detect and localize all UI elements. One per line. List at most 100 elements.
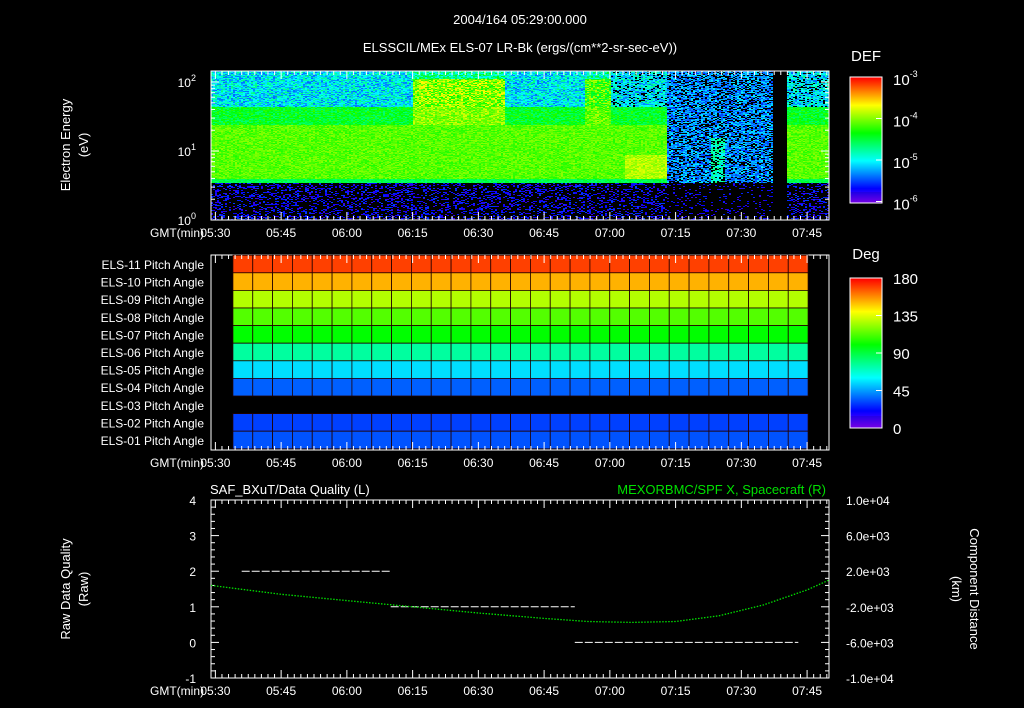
pitch-angle-cell bbox=[311, 325, 333, 344]
pitch-angle-cell bbox=[351, 377, 373, 397]
pitch-angle-cell bbox=[787, 413, 809, 432]
energy-tick-label: 102 bbox=[178, 73, 196, 90]
time-axis-label: GMT(min) bbox=[150, 684, 204, 698]
pitch-angle-cell bbox=[589, 325, 611, 344]
time-tick-label: 07:00 bbox=[595, 684, 625, 698]
pitch-angle-cell bbox=[371, 325, 392, 344]
pitch-angle-cell bbox=[787, 272, 809, 291]
time-tick-label: 06:45 bbox=[529, 226, 559, 240]
pitch-angle-cell bbox=[569, 342, 591, 362]
pitch-angle-cell bbox=[629, 342, 650, 362]
distance-tick-label: -1.0e+04 bbox=[846, 672, 894, 686]
time-tick-label: 06:45 bbox=[529, 456, 559, 470]
pitch-angle-cell bbox=[787, 430, 809, 450]
pitch-angle-cell bbox=[609, 413, 630, 432]
pitch-angle-cell bbox=[530, 254, 551, 274]
distance-ylabel-unit: (km) bbox=[949, 576, 964, 602]
pitch-angle-cell bbox=[549, 254, 571, 274]
pitch-angle-cell bbox=[232, 325, 254, 344]
pitch-angle-cell bbox=[569, 430, 591, 450]
pitch-angle-cell bbox=[748, 430, 769, 450]
pitch-angle-cell bbox=[668, 307, 690, 327]
time-axis-label: GMT(min) bbox=[150, 226, 204, 240]
pitch-angle-cell bbox=[391, 272, 412, 291]
pitch-angle-cell bbox=[649, 342, 670, 362]
deg-colorbar-label: Deg bbox=[852, 246, 880, 263]
time-tick-label: 06:00 bbox=[332, 456, 362, 470]
pitch-angle-cell bbox=[748, 342, 769, 362]
pitch-angle-cell bbox=[311, 272, 333, 291]
pitch-angle-cell bbox=[569, 413, 591, 432]
pitch-angle-cell bbox=[430, 430, 452, 450]
pitch-angle-cell bbox=[252, 360, 273, 379]
pitch-angle-cell bbox=[668, 360, 690, 379]
time-tick-label: 05:45 bbox=[266, 456, 296, 470]
pitch-angle-cell bbox=[629, 377, 650, 397]
pitch-angle-cell bbox=[649, 413, 670, 432]
pitch-angle-cell bbox=[787, 342, 809, 362]
pitch-angle-cell bbox=[510, 289, 531, 309]
pitch-angle-row-label: ELS-02 Pitch Angle bbox=[101, 416, 205, 430]
pitch-angle-cell bbox=[510, 413, 531, 432]
pitch-angle-cell bbox=[569, 325, 591, 344]
time-tick-label: 06:30 bbox=[463, 456, 493, 470]
data-quality-title: SAF_BXuT/Data Quality (L) bbox=[210, 482, 370, 497]
pitch-angle-cell bbox=[411, 254, 432, 274]
pitch-angle-cell bbox=[787, 377, 809, 397]
pitch-angle-cell bbox=[371, 413, 392, 432]
pitch-angle-cell bbox=[292, 254, 313, 274]
data-quality-tick-label: 3 bbox=[189, 530, 196, 544]
pitch-angle-cell bbox=[609, 342, 630, 362]
pitch-angle-cell bbox=[768, 272, 789, 291]
pitch-angle-cell bbox=[411, 377, 432, 397]
def-colorbar-tick-label: 10-4 bbox=[893, 111, 918, 131]
pitch-angle-cell bbox=[371, 342, 392, 362]
pitch-angle-cell bbox=[232, 307, 254, 327]
pitch-angle-cell bbox=[768, 325, 789, 344]
pitch-angle-cell bbox=[371, 254, 392, 274]
pitch-angle-cell bbox=[668, 272, 690, 291]
pitch-angle-cell bbox=[292, 289, 313, 309]
pitch-angle-cell bbox=[450, 342, 472, 362]
deg-colorbar-tick-label: 0 bbox=[893, 421, 901, 438]
pitch-angle-cell bbox=[292, 377, 313, 397]
pitch-angle-cell bbox=[490, 377, 511, 397]
pitch-angle-cell bbox=[649, 289, 670, 309]
pitch-angle-cell bbox=[311, 342, 333, 362]
time-tick-label: 07:00 bbox=[595, 456, 625, 470]
pitch-angle-cell bbox=[510, 272, 531, 291]
distance-tick-label: -2.0e+03 bbox=[846, 601, 894, 615]
pitch-angle-cell bbox=[351, 360, 373, 379]
pitch-angle-cell bbox=[331, 360, 353, 379]
pitch-angle-cell bbox=[728, 413, 749, 432]
pitch-angle-cell bbox=[787, 307, 809, 327]
line-plot-frame bbox=[210, 499, 830, 679]
pitch-angle-cell bbox=[609, 360, 630, 379]
pitch-angle-cell bbox=[708, 325, 730, 344]
pitch-angle-cell bbox=[490, 360, 511, 379]
time-tick-label: 06:00 bbox=[332, 226, 362, 240]
pitch-angle-cell bbox=[490, 254, 511, 274]
pitch-angle-cell bbox=[292, 413, 313, 432]
pitch-angle-cell bbox=[549, 342, 571, 362]
pitch-angle-cell bbox=[728, 254, 749, 274]
pitch-angle-cell bbox=[391, 289, 412, 309]
distance-tick-label: 1.0e+04 bbox=[846, 494, 890, 508]
time-tick-label: 05:45 bbox=[266, 684, 296, 698]
pitch-angle-cell bbox=[748, 307, 769, 327]
pitch-angle-cell bbox=[252, 325, 273, 344]
def-colorbar-label: DEF bbox=[851, 48, 881, 65]
time-tick-label: 06:45 bbox=[529, 684, 559, 698]
pitch-angle-cell bbox=[768, 254, 789, 274]
pitch-angle-cell bbox=[589, 360, 611, 379]
pitch-angle-cell bbox=[649, 377, 670, 397]
pitch-angle-cell bbox=[411, 430, 432, 450]
pitch-angle-cell bbox=[530, 430, 551, 450]
pitch-angle-row-label: ELS-04 Pitch Angle bbox=[101, 381, 205, 395]
pitch-angle-cell bbox=[411, 272, 432, 291]
pitch-angle-cell bbox=[272, 272, 293, 291]
spacecraft-x-title: MEXORBMC/SPF X, Spacecraft (R) bbox=[617, 482, 826, 497]
pitch-angle-cell bbox=[470, 307, 492, 327]
pitch-angle-cell bbox=[530, 325, 551, 344]
pitch-angle-row-label: ELS-11 Pitch Angle bbox=[101, 258, 204, 272]
